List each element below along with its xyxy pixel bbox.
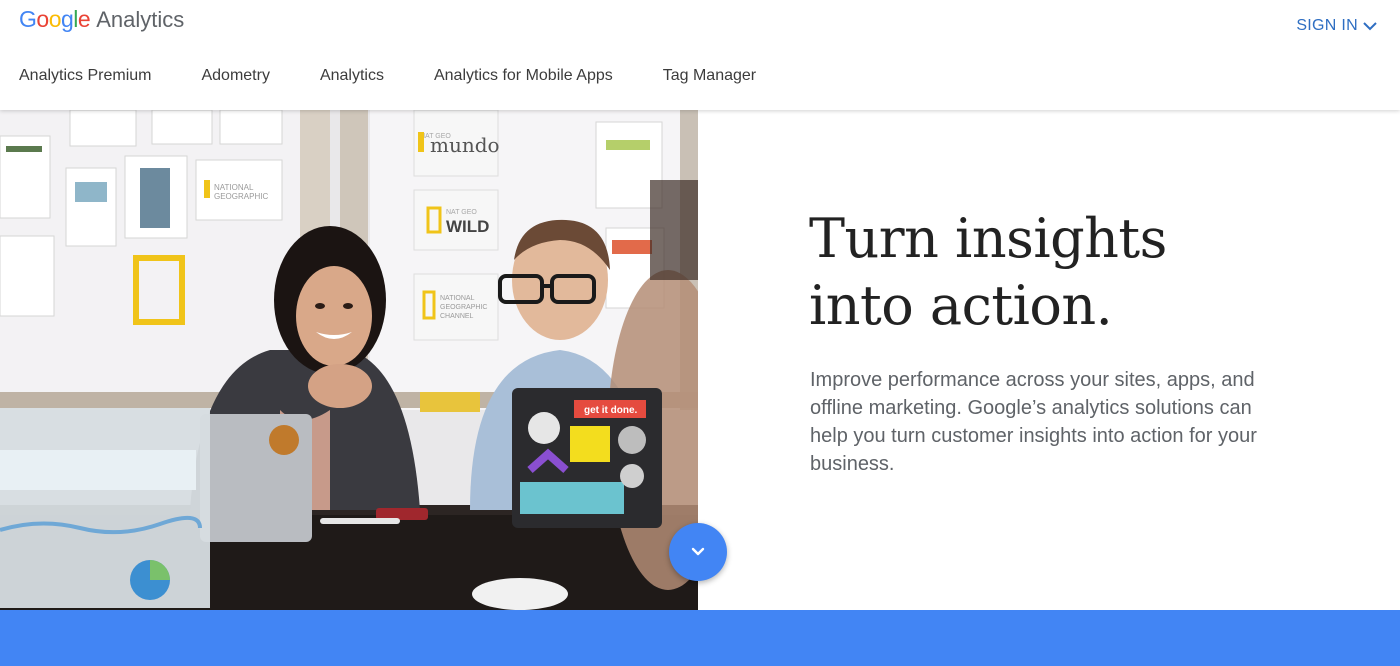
nav-analytics[interactable]: Analytics — [320, 67, 384, 85]
logo-letter: g — [60, 6, 74, 32]
sign-national-geographic-2c: CHANNEL — [440, 313, 474, 320]
google-analytics-logo[interactable]: Google Analytics — [19, 6, 184, 36]
logo-letter: o — [48, 6, 62, 32]
sign-national-geographic-2b: GEOGRAPHIC — [440, 304, 487, 311]
blue-section-band — [0, 610, 1400, 666]
sign-national-geographic-1b: GEOGRAPHIC — [214, 192, 268, 201]
sign-natgeo-2: NAT GEO — [446, 209, 477, 216]
chevron-down-icon — [1363, 22, 1377, 31]
logo-letter: e — [77, 6, 91, 32]
headline-line-2: into action. — [809, 274, 1113, 337]
google-wordmark: Google — [19, 6, 91, 33]
hero-photo: NATIONAL GEOGRAPHIC NAT GEO mundo NAT GE… — [0, 110, 698, 610]
sign-mundo: mundo — [430, 133, 500, 157]
nav-analytics-premium[interactable]: Analytics Premium — [19, 67, 151, 85]
sign-in-button[interactable]: SIGN IN — [1296, 14, 1378, 38]
sign-wild: WILD — [446, 217, 489, 236]
chevron-down-icon — [691, 547, 705, 556]
hero-headline: Turn insights into action. — [809, 205, 1229, 339]
nav-tag-manager[interactable]: Tag Manager — [663, 67, 756, 85]
scroll-down-button[interactable] — [669, 523, 727, 581]
headline-line-1: Turn insights — [809, 207, 1167, 270]
nav-analytics-mobile-apps[interactable]: Analytics for Mobile Apps — [434, 67, 613, 85]
sign-in-label: SIGN IN — [1296, 17, 1358, 34]
sign-national-geographic-1a: NATIONAL — [214, 183, 254, 192]
sticker-get-it-done: get it done. — [584, 405, 638, 416]
sign-national-geographic-2a: NATIONAL — [440, 295, 475, 302]
office-meeting-illustration: NATIONAL GEOGRAPHIC NAT GEO mundo NAT GE… — [0, 110, 698, 610]
site-header: Google Analytics SIGN IN Analytics Premi… — [0, 0, 1400, 110]
product-nav: Analytics Premium Adometry Analytics Ana… — [19, 58, 806, 94]
product-name: Analytics — [96, 7, 185, 32]
hero-description: Improve performance across your sites, a… — [810, 369, 1257, 475]
nav-adometry[interactable]: Adometry — [201, 67, 269, 85]
logo-letter: o — [36, 6, 49, 32]
logo-letter: G — [19, 6, 37, 32]
